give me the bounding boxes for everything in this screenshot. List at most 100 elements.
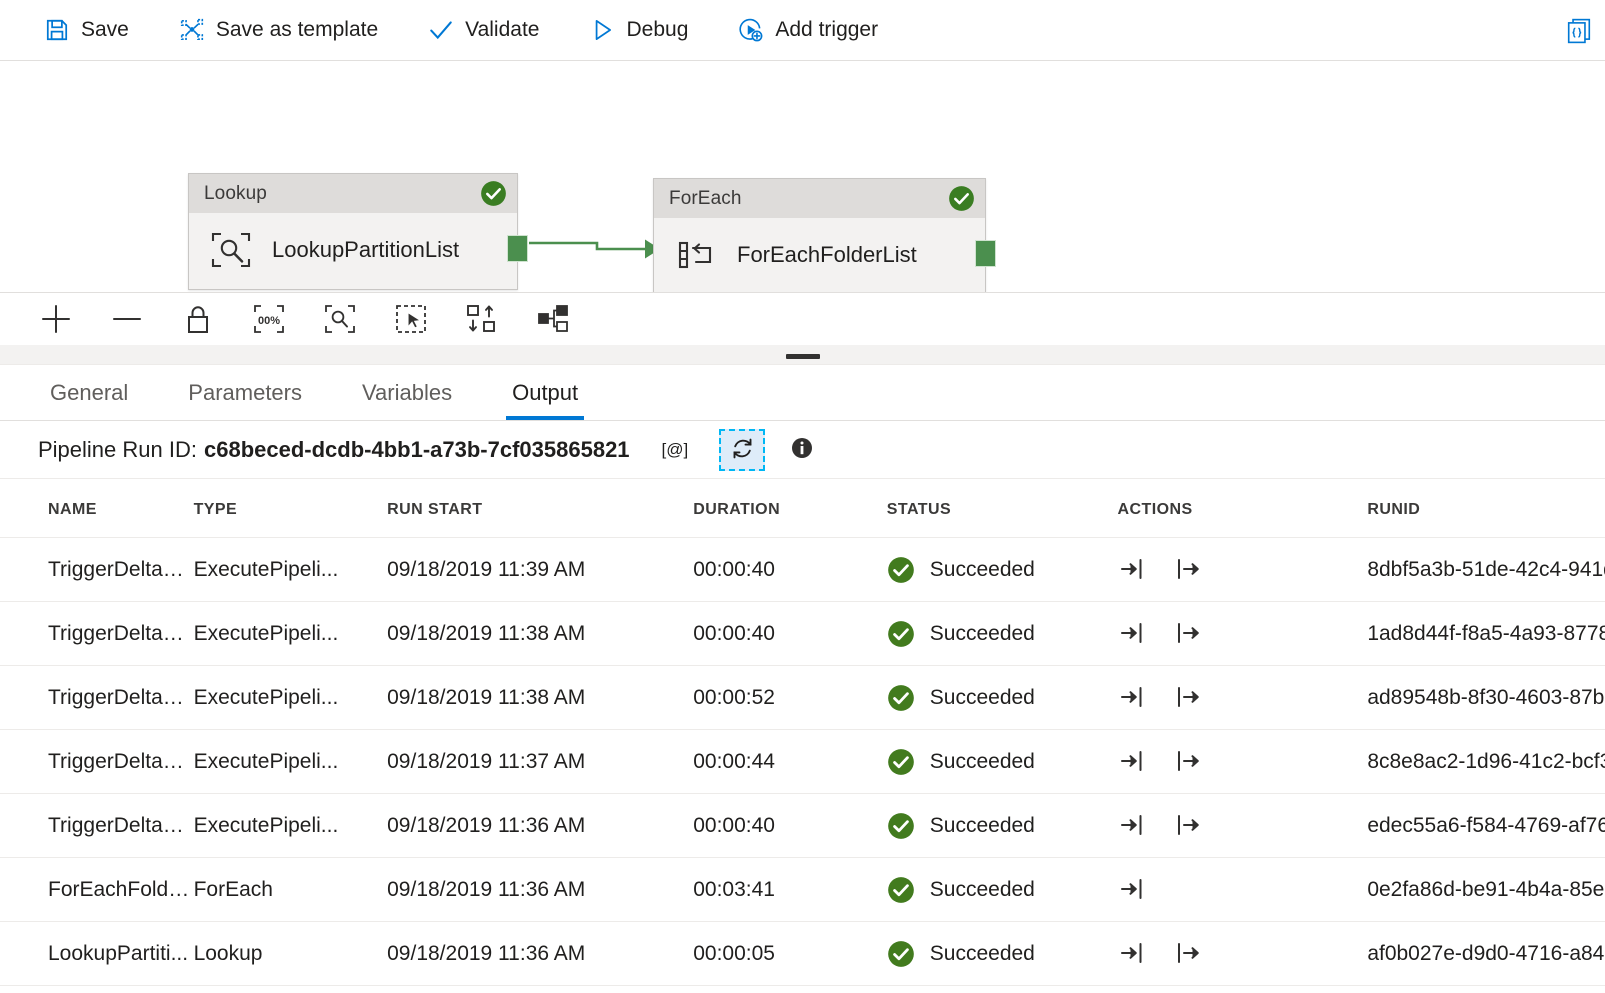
cell-duration: 00:00:52 [693, 666, 887, 730]
output-icon [1175, 812, 1201, 841]
action-input-button[interactable] [1117, 555, 1147, 585]
tab-variables[interactable]: Variables [360, 365, 454, 420]
zoom-100-button[interactable]: 00% [247, 297, 291, 341]
column-header-name[interactable]: NAME [0, 479, 194, 538]
cell-name: TriggerDeltaC... [0, 666, 194, 730]
cell-type: Lookup [194, 922, 388, 986]
activity-node-foreach[interactable]: ForEach ForEachFolde [653, 178, 986, 293]
column-header-run-start[interactable]: RUN START [387, 479, 693, 538]
activity-runs-table-wrapper[interactable]: NAME TYPE RUN START DURATION STATUS ACTI… [0, 479, 1605, 993]
zoom-in-button[interactable] [34, 297, 78, 341]
activity-node-lookup[interactable]: Lookup LookupPartitionList [188, 173, 518, 290]
cell-type: ExecutePipeli... [194, 666, 388, 730]
table-row[interactable]: ForEachFolde...ForEach09/18/2019 11:36 A… [0, 858, 1605, 922]
layout-button[interactable] [531, 297, 575, 341]
table-row[interactable]: TriggerDeltaC...ExecutePipeli...09/18/20… [0, 794, 1605, 858]
activity-runs-table: NAME TYPE RUN START DURATION STATUS ACTI… [0, 479, 1605, 986]
validate-label: Validate [465, 18, 539, 42]
cell-status: Succeeded [887, 922, 1118, 986]
toolbar-right-group [1557, 0, 1605, 61]
action-output-button[interactable] [1173, 939, 1203, 969]
table-row[interactable]: TriggerDeltaC...ExecutePipeli...09/18/20… [0, 730, 1605, 794]
refresh-button[interactable] [719, 429, 765, 471]
lookup-magnifier-icon [209, 230, 253, 270]
action-output-button[interactable] [1173, 683, 1203, 713]
info-button[interactable] [787, 435, 817, 465]
status-success-icon [887, 620, 915, 648]
zoom-to-fit-button[interactable] [318, 297, 362, 341]
table-row[interactable]: TriggerDeltaC...ExecutePipeli...09/18/20… [0, 602, 1605, 666]
activity-runs-body: TriggerDeltaC...ExecutePipeli...09/18/20… [0, 538, 1605, 986]
status-badge: Succeeded [930, 686, 1035, 710]
status-success-icon [887, 748, 915, 776]
status-badge: Succeeded [930, 878, 1035, 902]
action-input-button[interactable] [1117, 683, 1147, 713]
output-icon [1175, 940, 1201, 969]
code-view-button[interactable] [1557, 12, 1601, 50]
table-row[interactable]: TriggerDeltaC...ExecutePipeli...09/18/20… [0, 538, 1605, 602]
column-header-type[interactable]: TYPE [194, 479, 388, 538]
activity-type-label: Lookup [204, 183, 267, 205]
column-header-actions: ACTIONS [1117, 479, 1367, 538]
action-input-button[interactable] [1117, 811, 1147, 841]
cell-run-start: 09/18/2019 11:38 AM [387, 602, 693, 666]
cell-status: Succeeded [887, 602, 1118, 666]
node-output-handle[interactable] [975, 240, 996, 267]
table-row[interactable]: TriggerDeltaC...ExecutePipeli...09/18/20… [0, 666, 1605, 730]
action-input-button[interactable] [1117, 875, 1147, 905]
cell-name: TriggerDeltaC... [0, 538, 194, 602]
tab-parameters[interactable]: Parameters [186, 365, 304, 420]
action-output-button[interactable] [1173, 747, 1203, 777]
panel-resize-row [0, 351, 1605, 365]
tab-general[interactable]: General [48, 365, 130, 420]
column-header-runid[interactable]: RUNID [1367, 479, 1605, 538]
lock-canvas-button[interactable] [176, 297, 220, 341]
action-input-button[interactable] [1117, 939, 1147, 969]
pipeline-run-id-value: c68beced-dcdb-4bb1-a73b-7cf035865821 [204, 437, 630, 463]
pipeline-canvas[interactable]: Lookup LookupPartitionList [0, 61, 1605, 293]
save-button[interactable]: Save [40, 11, 141, 49]
activity-node-body: LookupPartitionList [189, 213, 517, 289]
add-trigger-button[interactable]: Add trigger [734, 11, 890, 49]
action-output-button[interactable] [1173, 619, 1203, 649]
cell-type: ExecutePipeli... [194, 538, 388, 602]
action-output-button[interactable] [1173, 811, 1203, 841]
zoom-out-button[interactable] [105, 297, 149, 341]
input-icon [1119, 876, 1145, 905]
column-header-duration[interactable]: DURATION [693, 479, 887, 538]
validate-button[interactable]: Validate [424, 11, 551, 49]
select-mode-button[interactable] [389, 297, 433, 341]
table-row[interactable]: LookupPartiti...Lookup09/18/2019 11:36 A… [0, 922, 1605, 986]
cell-status: Succeeded [887, 794, 1118, 858]
cell-actions [1117, 730, 1367, 794]
output-icon [1175, 556, 1201, 585]
node-output-handle[interactable] [507, 235, 528, 262]
status-badge: Succeeded [930, 558, 1035, 582]
cell-actions [1117, 858, 1367, 922]
debug-button[interactable]: Debug [585, 11, 700, 49]
cell-runid: af0b027e-d9d0-4716-a848-561 [1367, 922, 1605, 986]
pipeline-connector[interactable] [527, 216, 667, 271]
column-header-status[interactable]: STATUS [887, 479, 1118, 538]
panel-resize-handle[interactable] [786, 354, 820, 359]
auto-align-button[interactable] [460, 297, 504, 341]
output-icon [1175, 684, 1201, 713]
cell-duration: 00:00:40 [693, 538, 887, 602]
tab-output[interactable]: Output [510, 365, 580, 420]
zoom-in-icon [39, 302, 73, 336]
activity-node-header: ForEach [654, 179, 985, 218]
input-icon [1119, 684, 1145, 713]
save-as-template-button[interactable]: Save as template [175, 11, 390, 49]
cell-status: Succeeded [887, 730, 1118, 794]
action-output-button[interactable] [1173, 555, 1203, 585]
output-panel: General Parameters Variables Output Pipe… [0, 351, 1605, 993]
cell-actions [1117, 794, 1367, 858]
code-brackets-icon [1566, 18, 1592, 44]
cell-runid: 0e2fa86d-be91-4b4a-85e9-ab4 [1367, 858, 1605, 922]
zoom-out-icon [110, 302, 144, 336]
lock-icon [183, 302, 213, 336]
expression-button[interactable]: [@] [657, 437, 694, 463]
action-input-button[interactable] [1117, 747, 1147, 777]
foreach-loop-icon [674, 235, 718, 275]
action-input-button[interactable] [1117, 619, 1147, 649]
